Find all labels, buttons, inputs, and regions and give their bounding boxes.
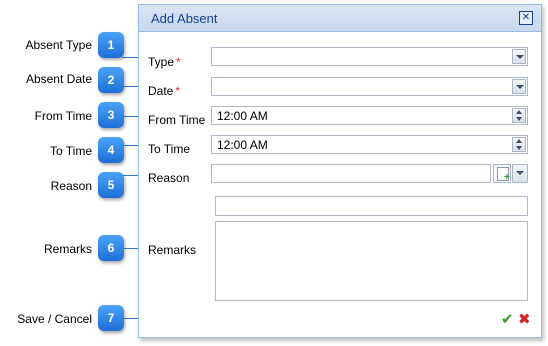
to-time-field[interactable]: 12:00 AM	[211, 135, 528, 154]
footer-actions: ✔ ✖	[501, 310, 535, 328]
required-mark: *	[175, 84, 181, 98]
callout-label-to-time: To Time	[49, 144, 92, 158]
callout-badge-3: 3	[98, 102, 124, 128]
dialog-titlebar: Add Absent ✕	[139, 5, 541, 32]
remarks-textarea[interactable]	[215, 221, 528, 301]
type-label: Type *	[148, 55, 181, 69]
from-time-field[interactable]: 12:00 AM	[211, 106, 528, 125]
dialog-title: Add Absent	[151, 11, 218, 26]
required-mark: *	[176, 55, 181, 69]
callout-badge-4: 4	[98, 137, 124, 163]
callout-badge-2: 2	[98, 67, 124, 93]
dialog-body: Type * Date * From Time 12:00 AM To Time 1…	[139, 32, 541, 337]
from-time-value: 12:00 AM	[217, 109, 268, 123]
date-combo[interactable]	[211, 77, 528, 96]
reason-label: Reason	[148, 171, 190, 185]
date-label-text: Date	[148, 84, 174, 98]
chevron-down-icon[interactable]	[512, 164, 528, 183]
callout-label-absent-type: Absent Type	[25, 38, 93, 52]
reason-combo[interactable]	[211, 164, 491, 183]
from-time-label: From Time	[148, 113, 206, 127]
close-icon[interactable]: ✕	[519, 11, 533, 25]
callout-badge-7: 7	[98, 305, 124, 331]
callout-label-absent-date: Absent Date	[25, 72, 92, 86]
callout-badge-6: 6	[98, 235, 124, 261]
spinner-icon[interactable]	[512, 137, 526, 152]
add-absent-dialog: Add Absent ✕ Type * Date * From Time 12:00…	[138, 4, 542, 338]
chevron-down-icon[interactable]	[512, 79, 526, 94]
callout-badge-1: 1	[98, 32, 124, 58]
to-time-value: 12:00 AM	[217, 138, 268, 152]
callout-label-from-time: From Time	[34, 109, 92, 123]
callout-label-save-cancel: Save / Cancel	[17, 312, 92, 326]
date-label: Date *	[148, 84, 180, 98]
cross-icon[interactable]: ✖	[518, 310, 531, 328]
callout-badge-5: 5	[98, 172, 124, 198]
remarks-label: Remarks	[148, 243, 197, 257]
reason-detail-input[interactable]	[215, 196, 528, 216]
plus-icon: +	[504, 172, 510, 183]
type-combo[interactable]	[211, 47, 528, 66]
add-reason-button[interactable]: +	[493, 164, 511, 183]
callout-label-reason: Reason	[50, 179, 92, 193]
to-time-label: To Time	[148, 142, 191, 156]
callout-label-remarks: Remarks	[43, 242, 92, 256]
spinner-icon[interactable]	[512, 108, 526, 123]
check-icon[interactable]: ✔	[501, 310, 514, 328]
type-label-text: Type	[148, 55, 175, 69]
chevron-down-icon[interactable]	[512, 49, 526, 64]
